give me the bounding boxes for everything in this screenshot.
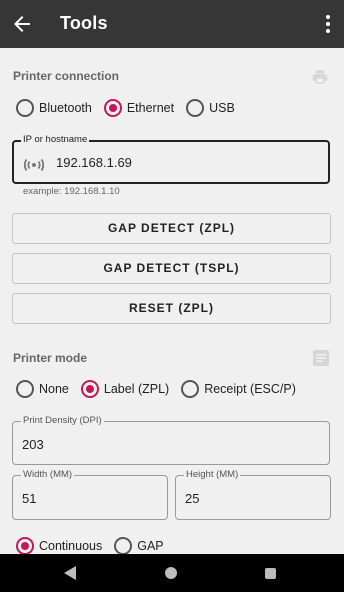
mode-radio-group: None Label (ZPL) Receipt (ESC/P) bbox=[16, 377, 308, 401]
radio-circle bbox=[114, 537, 133, 554]
system-nav-bar bbox=[0, 554, 344, 592]
radio-bluetooth[interactable]: Bluetooth bbox=[16, 99, 92, 117]
radio-label: Label (ZPL) bbox=[103, 382, 170, 396]
radio-label: Continuous bbox=[39, 539, 103, 553]
radio-gap[interactable]: GAP bbox=[114, 537, 164, 554]
ip-hostname-value: 192.168.1.69 bbox=[56, 155, 132, 170]
radio-circle bbox=[80, 380, 99, 398]
printer-icon[interactable] bbox=[311, 69, 329, 85]
printer-connection-title: Printer connection bbox=[13, 69, 120, 83]
height-label: Height (MM) bbox=[184, 469, 241, 481]
radio-circle bbox=[16, 99, 34, 117]
gap-detect-tspl-button[interactable]: GAP DETECT (TSPL) bbox=[12, 253, 331, 284]
ip-helper-text: example: 192.168.1.10 bbox=[23, 186, 120, 197]
radio-label: USB bbox=[209, 101, 235, 115]
page-title: Tools bbox=[60, 13, 108, 33]
printer-mode-title: Printer mode bbox=[13, 351, 88, 365]
radio-label: Receipt (ESC/P) bbox=[204, 382, 296, 396]
nav-recents-icon[interactable] bbox=[265, 568, 276, 579]
radio-none[interactable]: None bbox=[16, 380, 69, 398]
radio-circle bbox=[16, 380, 34, 398]
width-label: Width (MM) bbox=[21, 469, 75, 481]
ip-hostname-field[interactable]: IP or hostname 192.168.1.69 bbox=[12, 134, 330, 184]
radio-label-zpl[interactable]: Label (ZPL) bbox=[80, 380, 170, 398]
print-density-value: 203 bbox=[22, 437, 44, 452]
height-value: 25 bbox=[185, 491, 200, 506]
radio-circle bbox=[103, 99, 122, 117]
reset-zpl-button[interactable]: RESET (ZPL) bbox=[12, 293, 331, 324]
wifi-signal-icon bbox=[24, 158, 44, 172]
gap-detect-zpl-button[interactable]: GAP DETECT (ZPL) bbox=[12, 213, 331, 244]
width-value: 51 bbox=[22, 491, 37, 506]
radio-circle bbox=[16, 537, 34, 554]
radio-label: Ethernet bbox=[126, 101, 175, 115]
height-field[interactable]: Height (MM) 25 bbox=[175, 469, 331, 520]
nav-home-icon[interactable] bbox=[165, 567, 177, 579]
ip-hostname-label: IP or hostname bbox=[21, 134, 90, 146]
more-vert-icon[interactable] bbox=[322, 12, 334, 36]
radio-circle bbox=[186, 99, 205, 117]
app-bar: Tools bbox=[0, 0, 344, 48]
radio-continuous[interactable]: Continuous bbox=[16, 537, 102, 554]
arrow-back-icon[interactable] bbox=[10, 12, 34, 36]
radio-ethernet[interactable]: Ethernet bbox=[103, 99, 175, 117]
radio-label: Bluetooth bbox=[39, 101, 92, 115]
radio-circle bbox=[181, 380, 200, 398]
radio-label: None bbox=[39, 382, 69, 396]
print-density-label: Print Density (DPI) bbox=[21, 415, 104, 427]
notes-icon[interactable] bbox=[313, 350, 329, 366]
content: Printer connection Bluetooth Ethernet US… bbox=[0, 48, 344, 554]
radio-usb[interactable]: USB bbox=[186, 99, 235, 117]
radio-label: GAP bbox=[137, 539, 164, 553]
connection-radio-group: Bluetooth Ethernet USB bbox=[16, 96, 247, 120]
width-field[interactable]: Width (MM) 51 bbox=[12, 469, 168, 520]
nav-back-icon[interactable] bbox=[64, 566, 76, 580]
print-density-field[interactable]: Print Density (DPI) 203 bbox=[12, 415, 330, 465]
radio-receipt-escp[interactable]: Receipt (ESC/P) bbox=[181, 380, 296, 398]
media-radio-group: Continuous GAP bbox=[16, 534, 176, 554]
